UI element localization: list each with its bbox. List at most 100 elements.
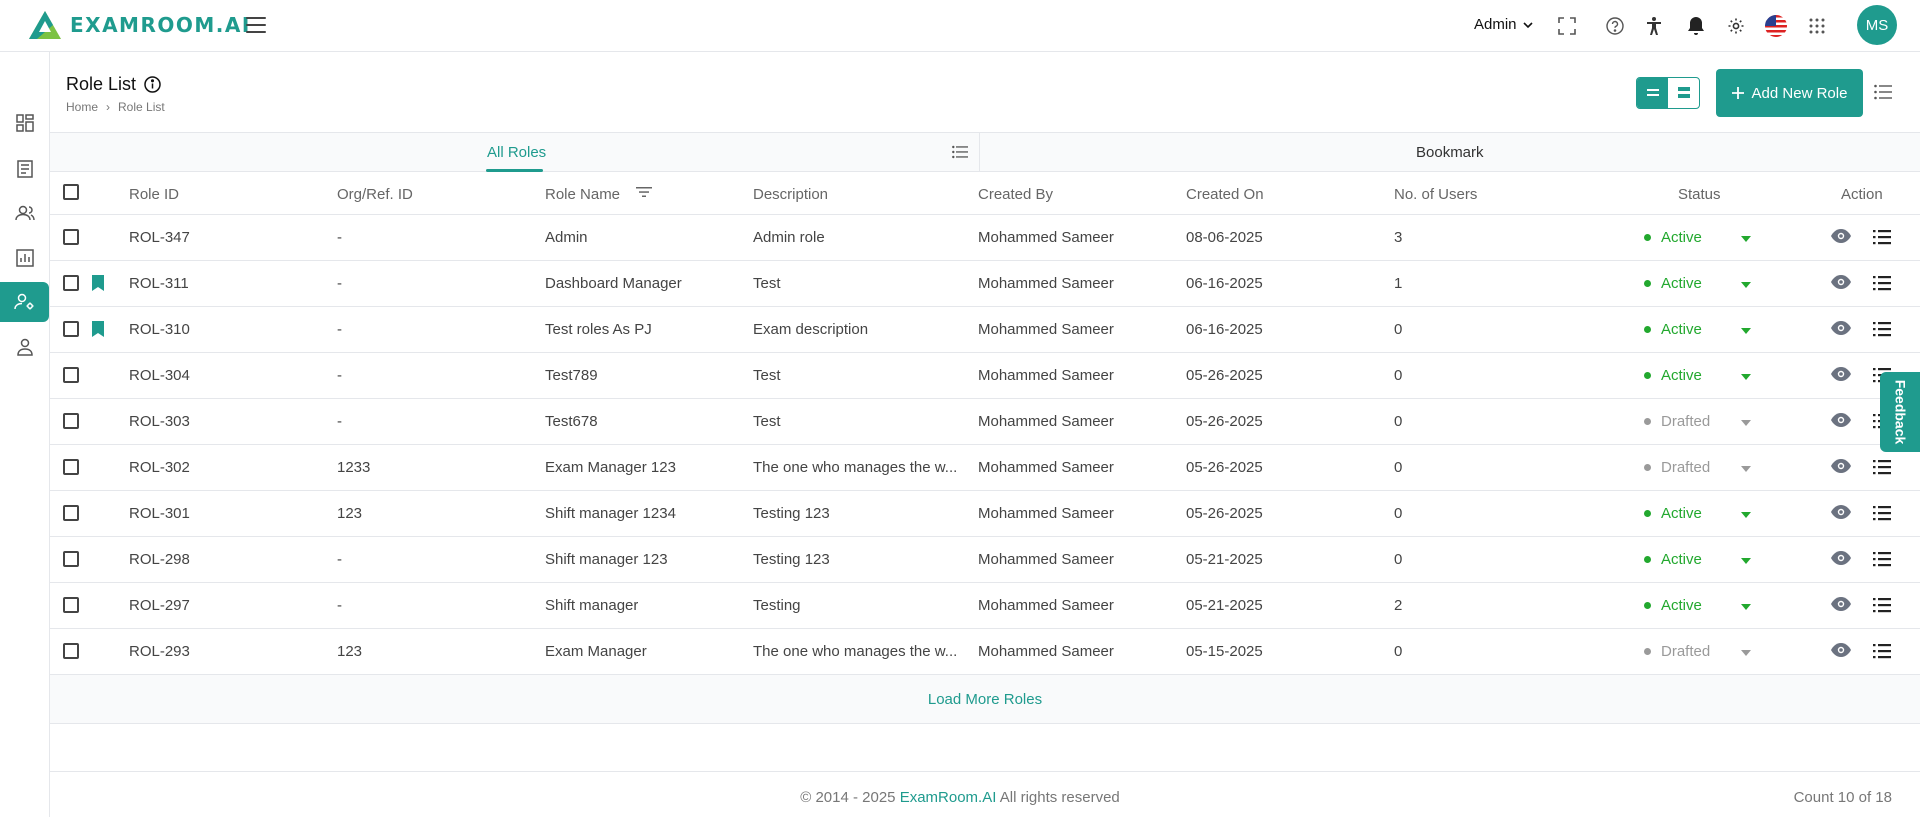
cell-created-by: Mohammed Sameer — [978, 505, 1114, 522]
breadcrumb-home[interactable]: Home — [66, 100, 98, 114]
status-caret-icon[interactable] — [1741, 374, 1751, 380]
status-dropdown[interactable]: Active — [1644, 597, 1702, 614]
dashboard-icon — [15, 114, 34, 132]
status-caret-icon[interactable] — [1741, 558, 1751, 564]
footer-brand-link[interactable]: ExamRoom.AI — [900, 789, 997, 806]
row-menu-list-icon[interactable] — [1873, 459, 1891, 479]
compact-view-button[interactable] — [1637, 78, 1668, 108]
table-row[interactable]: ROL-301 123 Shift manager 1234 Testing 123 M… — [50, 491, 1920, 537]
column-settings-icon[interactable] — [1874, 84, 1892, 104]
sidebar-item-profile[interactable] — [0, 327, 49, 367]
avatar[interactable]: MS — [1857, 5, 1897, 45]
status-caret-icon[interactable] — [1741, 512, 1751, 518]
cell-role-name: Test678 — [545, 413, 598, 430]
row-checkbox[interactable] — [63, 643, 79, 659]
status-caret-icon[interactable] — [1741, 282, 1751, 288]
sidebar-item-dashboard[interactable] — [0, 103, 49, 143]
table-row[interactable]: ROL-298 - Shift manager 123 Testing 123 Moha… — [50, 537, 1920, 583]
table-row[interactable]: ROL-304 - Test789 Test Mohammed Sameer 05-26-… — [50, 353, 1920, 399]
table-row[interactable]: ROL-293 123 Exam Manager The one who manage… — [50, 629, 1920, 675]
view-eye-icon[interactable] — [1831, 367, 1851, 385]
row-menu-list-icon[interactable] — [1873, 505, 1891, 525]
table-row[interactable]: ROL-302 1233 Exam Manager 123 The one who m… — [50, 445, 1920, 491]
cell-role-id: ROL-297 — [129, 597, 190, 614]
sidebar-item-documents[interactable] — [0, 149, 49, 189]
row-checkbox[interactable] — [63, 459, 79, 475]
us-flag-icon[interactable] — [1764, 15, 1788, 37]
sidebar-item-roles[interactable] — [0, 282, 49, 322]
tab-bookmark[interactable]: Bookmark — [1416, 133, 1484, 172]
row-menu-list-icon[interactable] — [1873, 229, 1891, 249]
tab-list-icon[interactable] — [952, 145, 968, 163]
expanded-view-button[interactable] — [1668, 78, 1699, 108]
add-new-role-button[interactable]: Add New Role — [1716, 69, 1863, 117]
status-dropdown[interactable]: Drafted — [1644, 643, 1710, 660]
status-dropdown[interactable]: Active — [1644, 275, 1702, 292]
col-description: Description — [753, 186, 829, 203]
tab-all-roles[interactable]: All Roles — [487, 133, 546, 172]
table-row[interactable]: ROL-310 - Test roles As PJ Exam description… — [50, 307, 1920, 353]
view-eye-icon[interactable] — [1831, 275, 1851, 293]
view-eye-icon[interactable] — [1831, 597, 1851, 615]
row-checkbox[interactable] — [63, 551, 79, 567]
status-caret-icon[interactable] — [1741, 604, 1751, 610]
info-icon[interactable] — [144, 76, 161, 93]
fullscreen-icon[interactable] — [1556, 15, 1578, 37]
user-role-dropdown[interactable]: Admin — [1474, 16, 1533, 33]
status-caret-icon[interactable] — [1741, 650, 1751, 656]
apps-grid-icon[interactable] — [1806, 15, 1828, 37]
load-more-button[interactable]: Load More Roles — [50, 675, 1920, 724]
row-menu-list-icon[interactable] — [1873, 643, 1891, 663]
select-all-checkbox[interactable] — [63, 184, 79, 200]
row-menu-list-icon[interactable] — [1873, 321, 1891, 341]
status-dropdown[interactable]: Drafted — [1644, 413, 1710, 430]
row-checkbox[interactable] — [63, 321, 79, 337]
table-row[interactable]: ROL-347 - Admin Admin role Mohammed Sameer 08… — [50, 215, 1920, 261]
view-eye-icon[interactable] — [1831, 643, 1851, 661]
filter-icon[interactable] — [636, 185, 652, 203]
row-checkbox[interactable] — [63, 275, 79, 291]
view-eye-icon[interactable] — [1831, 413, 1851, 431]
status-dropdown[interactable]: Drafted — [1644, 459, 1710, 476]
menu-toggle-icon[interactable] — [246, 17, 266, 33]
status-caret-icon[interactable] — [1741, 420, 1751, 426]
status-dropdown[interactable]: Active — [1644, 321, 1702, 338]
status-caret-icon[interactable] — [1741, 236, 1751, 242]
help-icon[interactable] — [1604, 15, 1626, 37]
row-menu-list-icon[interactable] — [1873, 597, 1891, 617]
view-eye-icon[interactable] — [1831, 321, 1851, 339]
status-label: Active — [1661, 367, 1702, 384]
row-menu-list-icon[interactable] — [1873, 551, 1891, 571]
view-eye-icon[interactable] — [1831, 229, 1851, 247]
cell-org-ref-id: - — [337, 597, 342, 614]
table-row[interactable]: ROL-297 - Shift manager Testing Mohammed Sam… — [50, 583, 1920, 629]
logo[interactable]: EXAMROOM.AI — [28, 10, 251, 40]
row-checkbox[interactable] — [63, 229, 79, 245]
status-caret-icon[interactable] — [1741, 466, 1751, 472]
view-eye-icon[interactable] — [1831, 459, 1851, 477]
status-caret-icon[interactable] — [1741, 328, 1751, 334]
gear-icon[interactable] — [1725, 15, 1747, 37]
row-checkbox[interactable] — [63, 505, 79, 521]
table-row[interactable]: ROL-311 - Dashboard Manager Test Mohammed Sa… — [50, 261, 1920, 307]
status-dropdown[interactable]: Active — [1644, 229, 1702, 246]
status-dropdown[interactable]: Active — [1644, 367, 1702, 384]
bookmark-icon[interactable] — [92, 321, 104, 341]
feedback-tab[interactable]: Feedback — [1880, 372, 1920, 452]
bell-icon[interactable] — [1685, 15, 1707, 37]
view-eye-icon[interactable] — [1831, 551, 1851, 569]
bookmark-icon[interactable] — [92, 275, 104, 295]
cell-created-on: 05-26-2025 — [1186, 367, 1263, 384]
table-row[interactable]: ROL-303 - Test678 Test Mohammed Sameer 05-26-… — [50, 399, 1920, 445]
row-checkbox[interactable] — [63, 597, 79, 613]
sidebar-item-users[interactable] — [0, 193, 49, 233]
accessibility-icon[interactable] — [1643, 15, 1665, 37]
row-menu-list-icon[interactable] — [1873, 275, 1891, 295]
status-dropdown[interactable]: Active — [1644, 505, 1702, 522]
sidebar-item-reports[interactable] — [0, 238, 49, 278]
row-checkbox[interactable] — [63, 413, 79, 429]
view-eye-icon[interactable] — [1831, 505, 1851, 523]
status-dropdown[interactable]: Active — [1644, 551, 1702, 568]
row-checkbox[interactable] — [63, 367, 79, 383]
users-icon — [14, 205, 35, 221]
